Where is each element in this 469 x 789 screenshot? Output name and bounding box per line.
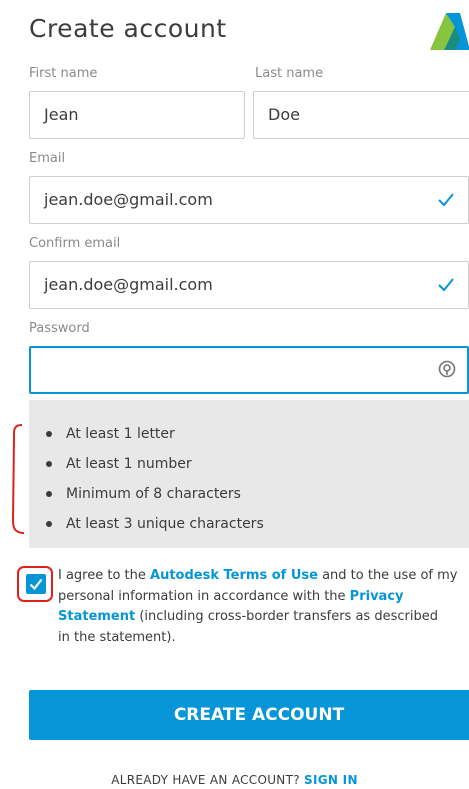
password-label: Password bbox=[29, 321, 90, 336]
sign-in-link[interactable]: SIGN IN bbox=[304, 773, 358, 787]
password-input[interactable] bbox=[29, 346, 469, 394]
create-account-button[interactable]: CREATE ACCOUNT bbox=[29, 690, 469, 740]
password-rule: At least 1 letter bbox=[29, 419, 469, 449]
first-name-label: First name bbox=[29, 66, 98, 81]
signin-prompt: ALREADY HAVE AN ACCOUNT? SIGN IN bbox=[0, 773, 469, 787]
privacy-statement-link[interactable]: Privacy bbox=[350, 589, 404, 604]
terms-text-part: in the statement). bbox=[58, 629, 176, 645]
password-rule: Minimum of 8 characters bbox=[29, 479, 469, 509]
bullet-icon bbox=[46, 461, 52, 467]
confirm-email-value: jean.doe@gmail.com bbox=[44, 275, 213, 294]
eye-icon[interactable] bbox=[436, 358, 458, 380]
last-name-input[interactable]: Doe bbox=[253, 91, 469, 139]
annotation-highlight bbox=[17, 566, 53, 602]
terms-text-part: and to the use of my bbox=[317, 568, 458, 583]
check-icon bbox=[438, 193, 454, 207]
terms-text-part: personal information in accordance with … bbox=[58, 588, 350, 604]
first-name-value: Jean bbox=[44, 105, 79, 124]
password-rule: At least 1 number bbox=[29, 449, 469, 479]
password-rule-text: At least 3 unique characters bbox=[66, 516, 264, 532]
terms-text-part: I agree to the bbox=[58, 568, 151, 583]
password-rule-text: At least 1 letter bbox=[66, 426, 175, 442]
email-label: Email bbox=[29, 151, 66, 166]
bullet-icon bbox=[46, 491, 52, 497]
password-rule-text: Minimum of 8 characters bbox=[66, 486, 241, 502]
bullet-icon bbox=[46, 431, 52, 437]
page-title: Create account bbox=[29, 14, 227, 43]
bullet-icon bbox=[46, 521, 52, 527]
confirm-email-input[interactable]: jean.doe@gmail.com bbox=[29, 261, 469, 309]
terms-text-part: (including cross-border transfers as des… bbox=[135, 609, 438, 624]
password-rule: At least 3 unique characters bbox=[29, 509, 469, 539]
last-name-value: Doe bbox=[268, 105, 300, 124]
confirm-email-label: Confirm email bbox=[29, 236, 121, 251]
check-icon bbox=[438, 278, 454, 292]
last-name-label: Last name bbox=[255, 66, 324, 81]
first-name-input[interactable]: Jean bbox=[29, 91, 245, 139]
email-input[interactable]: jean.doe@gmail.com bbox=[29, 176, 469, 224]
privacy-statement-link[interactable]: Statement bbox=[58, 609, 135, 624]
email-value: jean.doe@gmail.com bbox=[44, 190, 213, 209]
autodesk-logo bbox=[430, 13, 469, 50]
password-rule-text: At least 1 number bbox=[66, 456, 192, 472]
terms-text: I agree to the Autodesk Terms of Use and… bbox=[58, 566, 469, 648]
password-requirements: At least 1 letter At least 1 number Mini… bbox=[29, 400, 469, 548]
signin-prompt-text: ALREADY HAVE AN ACCOUNT? bbox=[111, 773, 304, 787]
annotation-bracket bbox=[11, 424, 25, 534]
terms-of-use-link[interactable]: Autodesk Terms of Use bbox=[150, 568, 318, 583]
